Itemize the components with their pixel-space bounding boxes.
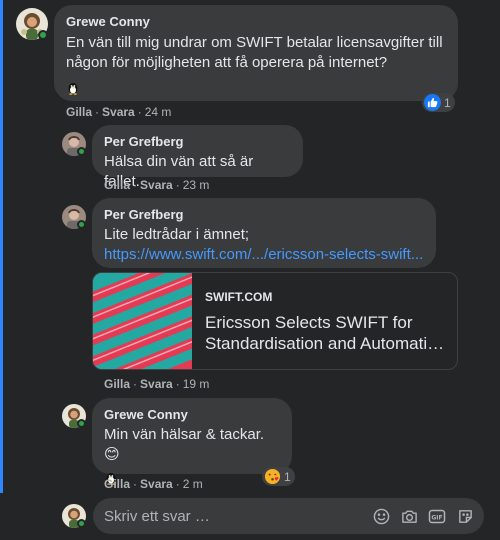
online-indicator — [38, 30, 48, 40]
comment-text: Min vän hälsar & tackar. 😊 — [104, 426, 265, 463]
like-action[interactable]: Gilla — [104, 377, 130, 391]
reaction-count: 1 — [444, 95, 451, 110]
comment-author[interactable]: Per Grefberg — [104, 206, 424, 223]
comment-author[interactable]: Grewe Conny — [104, 406, 280, 423]
kiss-emoji-icon — [264, 468, 281, 485]
link-preview-domain: SWIFT.COM — [205, 290, 273, 304]
comment-text: Lite ledtrådar i ämnet; — [104, 226, 250, 243]
online-indicator — [77, 419, 86, 428]
comment-author[interactable]: Per Grefberg — [104, 133, 291, 150]
like-icon — [424, 94, 441, 111]
comment-time[interactable]: 2 m — [183, 477, 203, 491]
comment-bubble: Per Grefberg Hälsa din vän att så är fal… — [92, 125, 303, 190]
svg-text:GIF: GIF — [431, 514, 442, 521]
comment-actions: Gilla · Svara · 2 m — [104, 477, 203, 491]
reaction-badge[interactable]: 1 — [422, 93, 455, 112]
comment-bubble: Grewe Conny Min vän hälsar & tackar. 😊 — [92, 398, 292, 485]
gif-icon[interactable]: GIF — [428, 507, 446, 525]
camera-icon[interactable] — [400, 507, 418, 525]
thread-line — [0, 0, 3, 493]
smiley-icon[interactable] — [372, 507, 390, 525]
reply-box[interactable]: GIF — [93, 498, 484, 534]
online-indicator — [77, 147, 86, 156]
comment-text: En vän till mig undrar om SWIFT betalar … — [66, 34, 443, 71]
comment-time[interactable]: 24 m — [145, 105, 172, 119]
like-action[interactable]: Gilla — [104, 477, 130, 491]
comment-time[interactable]: 23 m — [183, 178, 210, 192]
online-indicator — [77, 519, 86, 528]
reply-input[interactable] — [104, 506, 354, 526]
like-action[interactable]: Gilla — [104, 178, 130, 192]
like-action[interactable]: Gilla — [66, 105, 92, 119]
reply-action[interactable]: Svara — [140, 178, 173, 192]
link-preview-title: Ericsson Selects SWIFT for Standardisati… — [205, 313, 445, 353]
comment-time[interactable]: 19 m — [183, 377, 210, 391]
online-indicator — [77, 220, 86, 229]
comment-link[interactable]: https://www.swift.com/.../ericsson-selec… — [104, 245, 424, 265]
reply-action[interactable]: Svara — [140, 477, 173, 491]
penguin-icon — [66, 81, 80, 100]
link-preview-image — [93, 273, 241, 369]
link-preview-card[interactable]: SWIFT.COM Ericsson Selects SWIFT for Sta… — [92, 272, 458, 370]
reaction-count: 1 — [284, 469, 291, 484]
comment-actions: Gilla · Svara · 19 m — [104, 377, 210, 391]
comment-actions: Gilla · Svara · 23 m — [104, 178, 210, 192]
comment-bubble: Per Grefberg Lite ledtrådar i ämnet; htt… — [92, 198, 436, 268]
comment-actions: Gilla · Svara · 24 m — [66, 105, 172, 119]
reply-action[interactable]: Svara — [140, 377, 173, 391]
sticker-icon[interactable] — [456, 507, 474, 525]
comment-bubble: Grewe Conny En vän till mig undrar om SW… — [54, 5, 458, 101]
reaction-badge[interactable]: 1 — [262, 467, 295, 486]
comment-author[interactable]: Grewe Conny — [66, 13, 446, 30]
reply-action[interactable]: Svara — [102, 105, 135, 119]
